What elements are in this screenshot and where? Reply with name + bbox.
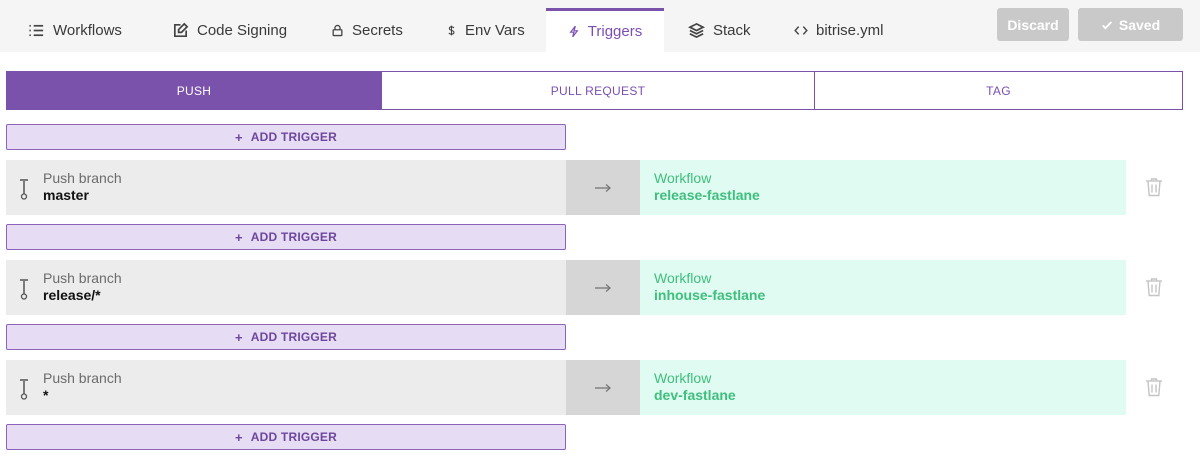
trash-icon[interactable]	[1145, 277, 1163, 297]
branch-type-label: Push branch	[43, 170, 122, 186]
branch-value: *	[43, 387, 49, 403]
add-trigger-button[interactable]: + ADD TRIGGER	[6, 324, 566, 350]
trigger-row: Push branch master Workflow release-fast…	[6, 160, 1186, 215]
add-trigger-label: ADD TRIGGER	[250, 430, 337, 444]
tab-label: Workflows	[53, 21, 122, 39]
list-icon	[29, 24, 44, 36]
add-trigger-label: ADD TRIGGER	[250, 230, 337, 244]
push-icon	[20, 179, 28, 200]
arrow-right-icon	[595, 183, 611, 192]
workflow-value: inhouse-fastlane	[654, 287, 766, 303]
edit-icon	[173, 22, 189, 37]
tab-bitrise-yml[interactable]: bitrise.yml	[794, 8, 884, 52]
tab-label: Env Vars	[465, 21, 525, 39]
arrow-separator	[566, 260, 640, 315]
segment-push[interactable]: PUSH	[6, 71, 382, 110]
trigger-row: Push branch release/* Workflow inhouse-f…	[6, 260, 1186, 315]
trigger-row: Push branch * Workflow dev-fastlane	[6, 360, 1186, 415]
tab-workflows[interactable]: Workflows	[28, 8, 122, 52]
workflow-label: Workflow	[654, 270, 712, 286]
trash-icon[interactable]	[1145, 177, 1163, 197]
trash-icon[interactable]	[1145, 377, 1163, 397]
push-icon	[20, 279, 28, 300]
add-trigger-button[interactable]: + ADD TRIGGER	[6, 224, 566, 250]
branch-value: master	[43, 187, 89, 203]
discard-label: Discard	[1007, 16, 1059, 33]
plus-icon: +	[235, 229, 243, 245]
add-trigger-button[interactable]: + ADD TRIGGER	[6, 124, 566, 150]
workflow-target-box[interactable]: Workflow inhouse-fastlane	[640, 260, 1126, 315]
tab-label: Triggers	[587, 23, 643, 40]
plus-icon: +	[235, 429, 243, 445]
arrow-separator	[566, 160, 640, 215]
dollar-icon	[448, 25, 455, 35]
tab-stack[interactable]: Stack	[688, 8, 751, 52]
branch-pattern-box[interactable]: Push branch *	[6, 360, 566, 415]
check-icon	[1101, 20, 1112, 30]
branch-pattern-box[interactable]: Push branch release/*	[6, 260, 566, 315]
workflow-target-box[interactable]: Workflow dev-fastlane	[640, 360, 1126, 415]
plus-icon: +	[235, 129, 243, 145]
branch-value: release/*	[43, 287, 101, 303]
push-icon	[20, 379, 28, 400]
workflow-label: Workflow	[654, 370, 712, 386]
workflow-target-box[interactable]: Workflow release-fastlane	[640, 160, 1126, 215]
arrow-right-icon	[595, 283, 611, 292]
arrow-right-icon	[595, 383, 611, 392]
tab-triggers[interactable]: Triggers	[546, 8, 664, 52]
workflow-value: release-fastlane	[654, 187, 760, 203]
bolt-icon	[569, 25, 579, 38]
tab-label: bitrise.yml	[816, 21, 884, 39]
saved-label: Saved	[1118, 16, 1161, 33]
segment-label: PULL REQUEST	[550, 83, 646, 98]
add-trigger-label: ADD TRIGGER	[250, 330, 337, 344]
segment-tag[interactable]: TAG	[814, 71, 1183, 110]
tab-label: Stack	[713, 21, 751, 39]
workflow-label: Workflow	[654, 170, 712, 186]
tab-label: Code Signing	[197, 21, 288, 39]
layers-icon	[688, 22, 705, 38]
segment-label: TAG	[986, 83, 1011, 98]
tab-label: Secrets	[352, 21, 403, 39]
saved-button[interactable]: Saved	[1078, 8, 1183, 41]
branch-pattern-box[interactable]: Push branch master	[6, 160, 566, 215]
segment-pull-request[interactable]: PULL REQUEST	[381, 71, 815, 110]
segment-label: PUSH	[176, 83, 212, 98]
tab-secrets[interactable]: Secrets	[331, 8, 403, 52]
discard-button[interactable]: Discard	[997, 8, 1069, 41]
add-trigger-button[interactable]: + ADD TRIGGER	[6, 424, 566, 450]
tab-env-vars[interactable]: Env Vars	[446, 8, 525, 52]
plus-icon: +	[235, 329, 243, 345]
tab-code-signing[interactable]: Code Signing	[172, 8, 287, 52]
branch-type-label: Push branch	[43, 270, 122, 286]
workflow-value: dev-fastlane	[654, 387, 736, 403]
code-icon	[794, 25, 808, 35]
lock-icon	[332, 24, 343, 36]
add-trigger-label: ADD TRIGGER	[250, 130, 337, 144]
top-navigation: Workflows Code Signing Secrets Env Vars …	[0, 0, 1200, 52]
arrow-separator	[566, 360, 640, 415]
branch-type-label: Push branch	[43, 370, 122, 386]
